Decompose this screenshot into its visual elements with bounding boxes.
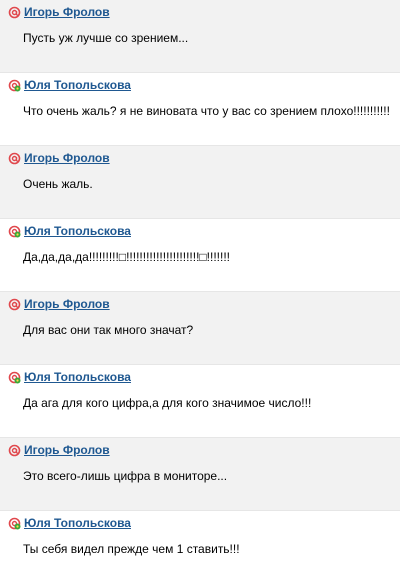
message-text: Это всего-лишь цифра в мониторе... bbox=[23, 469, 228, 483]
message: Игорь Фролов Для вас они так много знача… bbox=[0, 292, 400, 365]
message-text: Очень жаль. bbox=[23, 177, 93, 191]
message-header: Юля Топольскова bbox=[8, 516, 131, 530]
author-link[interactable]: Юля Топольскова bbox=[24, 78, 131, 92]
away-icon bbox=[8, 152, 21, 165]
message: Игорь Фролов Пусть уж лучше со зрением..… bbox=[0, 0, 400, 73]
online-icon bbox=[8, 225, 21, 238]
message: Юля Топольскова Да,да,да,да!!!!!!!!!□!!!… bbox=[0, 219, 400, 292]
message-text: Да,да,да,да!!!!!!!!!□!!!!!!!!!!!!!!!!!!!… bbox=[23, 250, 231, 264]
message: Юля Топольскова Ты себя видел прежде чем… bbox=[0, 511, 400, 563]
message-text: Да ага для кого цифра,а для кого значимо… bbox=[23, 396, 312, 410]
author-link[interactable]: Игорь Фролов bbox=[24, 5, 110, 19]
message-header: Игорь Фролов bbox=[8, 151, 110, 165]
author-link[interactable]: Юля Топольскова bbox=[24, 224, 131, 238]
away-icon bbox=[8, 444, 21, 457]
message-text: Ты себя видел прежде чем 1 ставить!!! bbox=[23, 542, 240, 556]
message: Юля Топольскова Да ага для кого цифра,а … bbox=[0, 365, 400, 438]
online-icon bbox=[8, 371, 21, 384]
author-link[interactable]: Игорь Фролов bbox=[24, 151, 110, 165]
author-link[interactable]: Юля Топольскова bbox=[24, 516, 131, 530]
away-icon bbox=[8, 298, 21, 311]
online-icon bbox=[8, 517, 21, 530]
message: Юля Топольскова Что очень жаль? я не вин… bbox=[0, 73, 400, 146]
away-icon bbox=[8, 6, 21, 19]
message-header: Игорь Фролов bbox=[8, 297, 110, 311]
author-link[interactable]: Игорь Фролов bbox=[24, 297, 110, 311]
message-text: Для вас они так много значат? bbox=[23, 323, 194, 337]
message-header: Игорь Фролов bbox=[8, 443, 110, 457]
message-thread: Игорь Фролов Пусть уж лучше со зрением..… bbox=[0, 0, 400, 563]
author-link[interactable]: Игорь Фролов bbox=[24, 443, 110, 457]
message-text: Что очень жаль? я не виновата что у вас … bbox=[23, 104, 390, 118]
message-header: Юля Топольскова bbox=[8, 78, 131, 92]
message-header: Игорь Фролов bbox=[8, 5, 110, 19]
message: Игорь Фролов Очень жаль. bbox=[0, 146, 400, 219]
message: Игорь Фролов Это всего-лишь цифра в мони… bbox=[0, 438, 400, 511]
author-link[interactable]: Юля Топольскова bbox=[24, 370, 131, 384]
message-header: Юля Топольскова bbox=[8, 370, 131, 384]
message-header: Юля Топольскова bbox=[8, 224, 131, 238]
message-text: Пусть уж лучше со зрением... bbox=[23, 31, 189, 45]
online-icon bbox=[8, 79, 21, 92]
